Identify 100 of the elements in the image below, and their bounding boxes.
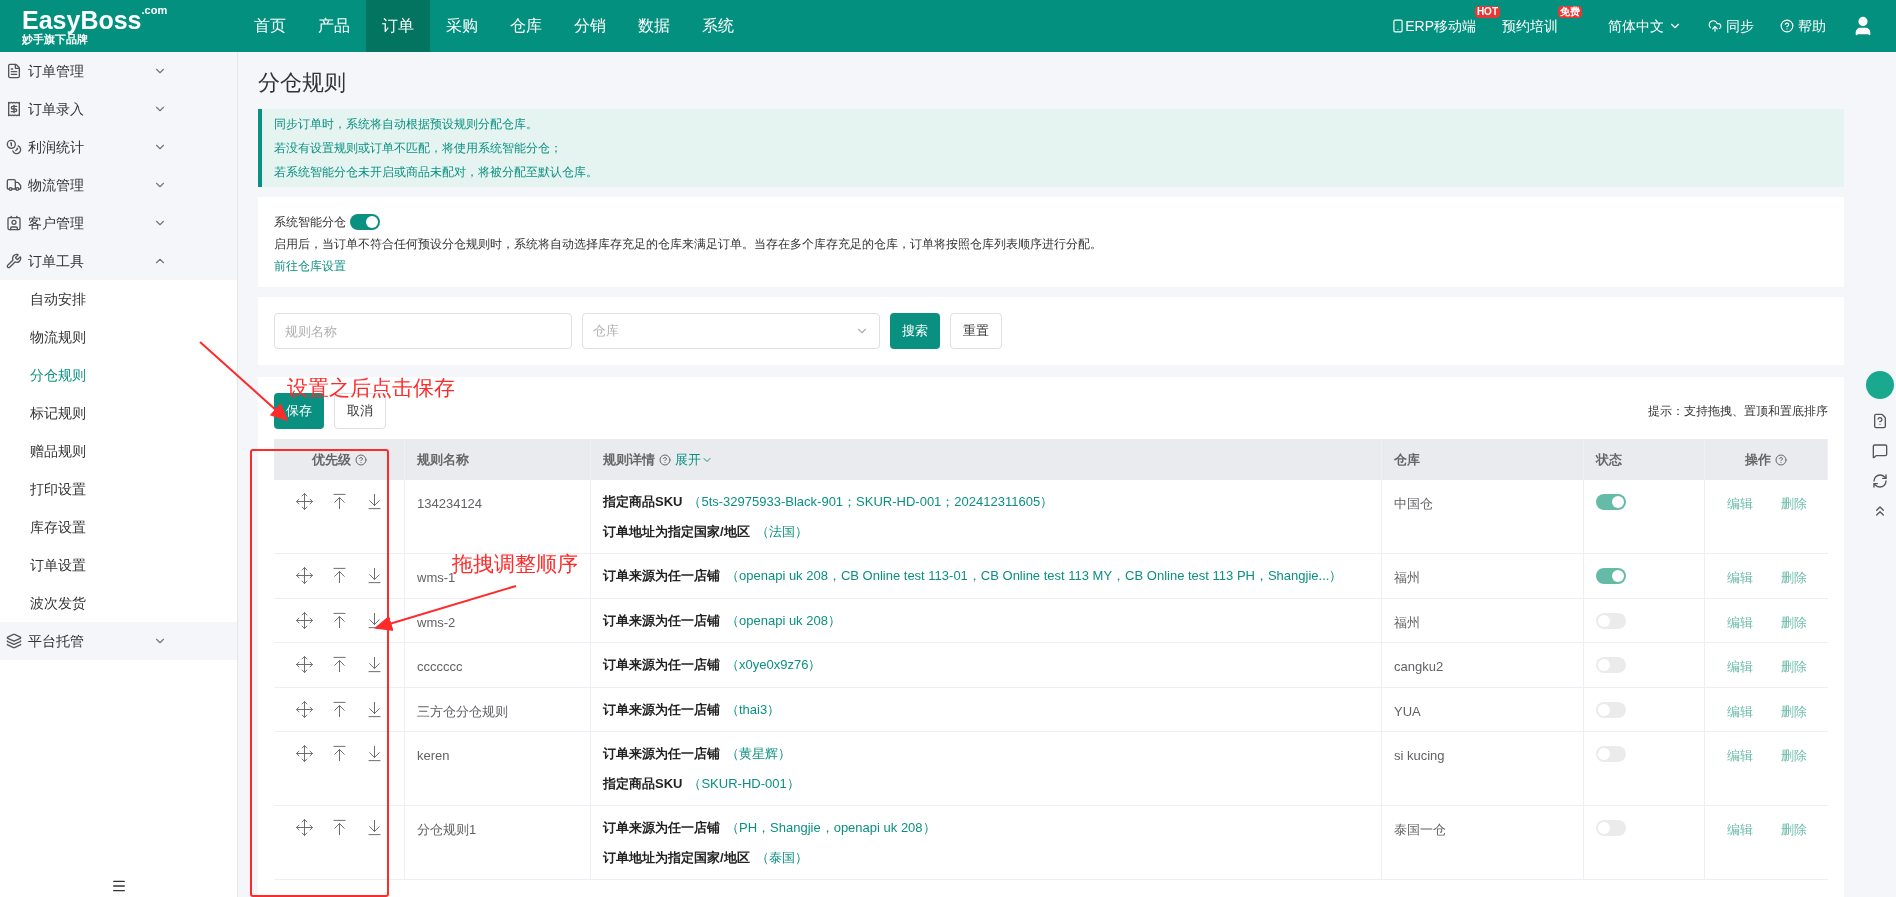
condition-value: （法国） bbox=[755, 522, 808, 541]
condition-value: （黄星辉） bbox=[726, 745, 791, 763]
toggle-switch[interactable] bbox=[350, 214, 380, 230]
nav-tab[interactable]: 数据 bbox=[622, 0, 686, 52]
nav-link[interactable]: ERP移动端 bbox=[1405, 15, 1476, 37]
table-cell: 泰国一仓 bbox=[1394, 822, 1446, 837]
help-doc-icon[interactable] bbox=[1872, 412, 1888, 429]
drag-icon[interactable] bbox=[294, 492, 314, 511]
sidebar-item[interactable]: 订单设置 bbox=[0, 546, 237, 584]
toggle-switch[interactable] bbox=[1596, 568, 1626, 584]
edit-link[interactable]: 编辑 bbox=[1726, 568, 1753, 588]
condition-label: 订单地址为指定国家/地区 bbox=[603, 848, 750, 867]
avatar[interactable] bbox=[1866, 370, 1894, 399]
logo-suffix: .com bbox=[141, 4, 168, 16]
sidebar-item[interactable]: 物流规则 bbox=[0, 318, 237, 356]
sidebar-group[interactable]: 利润统计 bbox=[0, 128, 237, 166]
notice-text: 同步订单时，系统将自动根据预设规则分配仓库。 bbox=[274, 116, 539, 133]
rule-name-field[interactable]: 规则名称 bbox=[274, 313, 572, 349]
nav-tab[interactable]: 首页 bbox=[238, 0, 302, 52]
menu-icon[interactable] bbox=[110, 878, 127, 894]
delete-link[interactable]: 删除 bbox=[1780, 657, 1807, 677]
sync-button[interactable]: 同步 bbox=[1708, 15, 1754, 37]
table-cell: YUA bbox=[1394, 703, 1421, 719]
warehouse-settings-link[interactable]: 前往仓库设置 bbox=[274, 257, 346, 275]
condition-value: （PH，Shangjie，openapi uk 208） bbox=[726, 819, 936, 837]
nav-link[interactable]: 预约培训 bbox=[1502, 15, 1558, 37]
condition-label: 订单来源为任一店铺 bbox=[603, 567, 720, 585]
nav-tab[interactable]: 采购 bbox=[430, 0, 494, 52]
menu-group-icon bbox=[6, 101, 22, 117]
search-button[interactable]: 搜索 bbox=[890, 313, 940, 349]
sidebar-item[interactable]: 自动安排 bbox=[0, 280, 237, 318]
sidebar-group[interactable]: 订单工具 bbox=[0, 242, 237, 280]
condition-label: 指定商品SKU bbox=[603, 774, 683, 793]
condition-value: （泰国） bbox=[755, 848, 808, 867]
chat-icon[interactable] bbox=[1872, 442, 1888, 459]
table-cell: 三方仓分仓规则 bbox=[417, 703, 508, 719]
condition-value: （openapi uk 208） bbox=[726, 611, 841, 630]
edit-link[interactable]: 编辑 bbox=[1726, 494, 1753, 514]
delete-link[interactable]: 删除 bbox=[1780, 746, 1807, 766]
phone-icon bbox=[1391, 19, 1406, 33]
notice-text: 若没有设置规则或订单不匹配，将使用系统智能分仓； bbox=[274, 140, 563, 157]
sidebar-group[interactable]: 客户管理 bbox=[0, 204, 237, 242]
sidebar-item[interactable]: 标记规则 bbox=[0, 394, 237, 432]
sidebar-item[interactable]: 赠品规则 bbox=[0, 432, 237, 470]
table-cell: keren bbox=[417, 748, 450, 763]
delete-link[interactable]: 删除 bbox=[1780, 820, 1807, 840]
edit-link[interactable]: 编辑 bbox=[1726, 612, 1753, 632]
table-cell: wms-2 bbox=[417, 614, 456, 630]
sidebar-group[interactable]: 订单管理 bbox=[0, 52, 237, 90]
edit-link[interactable]: 编辑 bbox=[1726, 746, 1753, 766]
warehouse-select[interactable]: 仓库 bbox=[582, 313, 880, 349]
drag-icon[interactable] bbox=[294, 566, 314, 585]
condition-label: 订单来源为任一店铺 bbox=[603, 745, 720, 763]
sidebar-item[interactable]: 波次发货 bbox=[0, 584, 237, 622]
table-cell: 中国仓 bbox=[1394, 496, 1433, 511]
edit-link[interactable]: 编辑 bbox=[1726, 701, 1753, 721]
condition-label: 订单来源为任一店铺 bbox=[603, 656, 720, 674]
nav-tab[interactable]: 分销 bbox=[558, 0, 622, 52]
menu-group-icon bbox=[6, 177, 22, 193]
drag-icon[interactable] bbox=[294, 610, 314, 630]
sidebar-group[interactable]: 订单录入 bbox=[0, 90, 237, 128]
refresh-icon[interactable] bbox=[1872, 472, 1888, 489]
drag-icon[interactable] bbox=[294, 744, 314, 763]
logo[interactable]: EasyBoss bbox=[22, 7, 142, 33]
condition-label: 订单来源为任一店铺 bbox=[603, 700, 720, 719]
help-button[interactable]: 帮助 bbox=[1780, 15, 1826, 37]
nav-tab[interactable]: 系统 bbox=[686, 0, 750, 52]
sidebar-item[interactable]: 分仓规则 bbox=[0, 356, 237, 394]
column-header: 仓库 bbox=[1394, 450, 1420, 469]
language-dropdown[interactable]: 简体中文 bbox=[1608, 15, 1682, 37]
help-icon[interactable] bbox=[354, 453, 367, 466]
drag-icon[interactable] bbox=[294, 655, 314, 674]
sidebar-group[interactable]: 物流管理 bbox=[0, 166, 237, 204]
delete-link[interactable]: 删除 bbox=[1780, 568, 1807, 588]
condition-label: 订单地址为指定国家/地区 bbox=[603, 522, 750, 541]
reset-button[interactable]: 重置 bbox=[950, 313, 1002, 349]
edit-link[interactable]: 编辑 bbox=[1726, 820, 1753, 840]
nav-tab[interactable]: 订单 bbox=[366, 0, 430, 52]
table-cell: 134234124 bbox=[417, 496, 483, 511]
sidebar-item[interactable]: 库存设置 bbox=[0, 508, 237, 546]
nav-tab[interactable]: 产品 bbox=[302, 0, 366, 52]
table-cell: 分仓规则1 bbox=[417, 822, 477, 837]
delete-link[interactable]: 删除 bbox=[1780, 612, 1807, 632]
sidebar-group[interactable]: 平台托管 bbox=[0, 622, 237, 660]
help-icon[interactable] bbox=[1775, 453, 1787, 466]
edit-link[interactable]: 编辑 bbox=[1726, 657, 1753, 677]
sidebar-item[interactable]: 打印设置 bbox=[0, 470, 237, 508]
help-icon[interactable] bbox=[659, 453, 671, 466]
nav-tab[interactable]: 仓库 bbox=[494, 0, 558, 52]
drag-icon[interactable] bbox=[294, 818, 314, 837]
table-cell: 福州 bbox=[1394, 614, 1420, 630]
toggle-switch[interactable] bbox=[1596, 494, 1626, 510]
expand-toggle[interactable]: 展开 bbox=[675, 449, 713, 470]
delete-link[interactable]: 删除 bbox=[1780, 701, 1807, 721]
drag-icon[interactable] bbox=[294, 699, 314, 719]
condition-value: （openapi uk 208，CB Online test 113-01，CB Online test 113 MY，CB Online test 113 PH，Shangjie...） bbox=[726, 567, 1343, 585]
delete-link[interactable]: 删除 bbox=[1780, 494, 1807, 514]
sort-hint: 提示：支持拖拽、置顶和置底排序 bbox=[1648, 403, 1828, 420]
setting-label: 系统智能分仓 bbox=[274, 214, 346, 231]
condition-label: 指定商品SKU bbox=[603, 493, 683, 511]
